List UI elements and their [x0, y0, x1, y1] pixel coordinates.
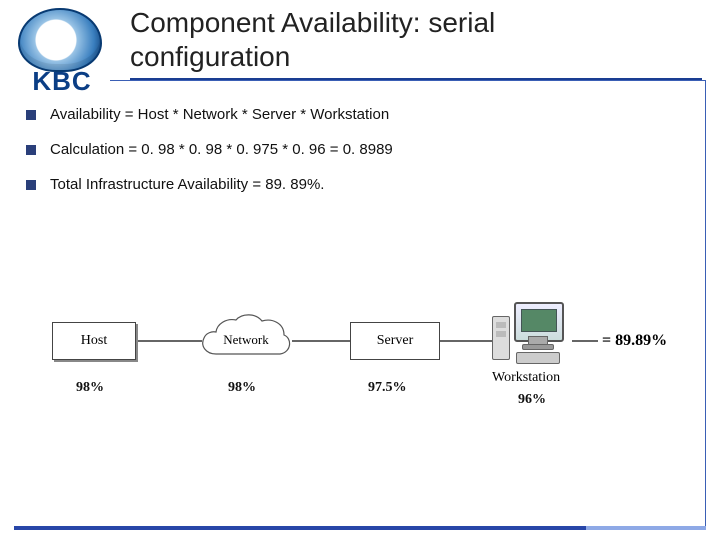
serial-diagram: Host 98% Network 98% Server 97.5% Workst…: [46, 300, 686, 450]
brand-logo: KBC: [10, 8, 110, 96]
host-node: Host: [52, 322, 136, 360]
tower-icon: [492, 316, 510, 360]
footer-stripe: [14, 526, 706, 530]
list-item: Total Infrastructure Availability = 89. …: [26, 176, 690, 193]
connector-line: [292, 340, 354, 342]
list-item: Availability = Host * Network * Server *…: [26, 106, 690, 123]
square-bullet-icon: [26, 180, 36, 190]
brand-wordmark: KBC: [14, 66, 110, 97]
bullet-text: Total Infrastructure Availability = 89. …: [50, 176, 690, 193]
workstation-node: [492, 300, 578, 370]
host-percent: 98%: [76, 380, 104, 396]
diagram-result: = 89.89%: [602, 332, 667, 350]
connector-line: [436, 340, 494, 342]
title-line-1: Component Availability: serial: [130, 6, 700, 40]
network-percent: 98%: [228, 380, 256, 396]
list-item: Calculation = 0. 98 * 0. 98 * 0. 975 * 0…: [26, 141, 690, 158]
keyboard-icon: [516, 352, 560, 364]
brand-badge-icon: [18, 8, 102, 72]
frame-top: [110, 80, 706, 81]
bullet-text: Availability = Host * Network * Server *…: [50, 106, 690, 123]
slide: KBC Component Availability: serial confi…: [0, 0, 720, 540]
network-label: Network: [196, 332, 296, 348]
server-node: Server: [350, 322, 440, 360]
network-node: Network: [196, 314, 296, 368]
page-title: Component Availability: serial configura…: [130, 6, 700, 78]
frame-right: [705, 80, 706, 530]
content-body: Availability = Host * Network * Server *…: [26, 106, 690, 211]
server-label: Server: [377, 333, 414, 349]
server-percent: 97.5%: [368, 380, 407, 396]
square-bullet-icon: [26, 110, 36, 120]
connector-line: [132, 340, 202, 342]
workstation-label: Workstation: [492, 370, 560, 386]
monitor-base-icon: [522, 344, 554, 350]
workstation-percent: 96%: [518, 392, 546, 408]
title-line-2: configuration: [130, 40, 700, 74]
host-label: Host: [81, 333, 107, 349]
bullet-text: Calculation = 0. 98 * 0. 98 * 0. 975 * 0…: [50, 141, 690, 158]
square-bullet-icon: [26, 145, 36, 155]
